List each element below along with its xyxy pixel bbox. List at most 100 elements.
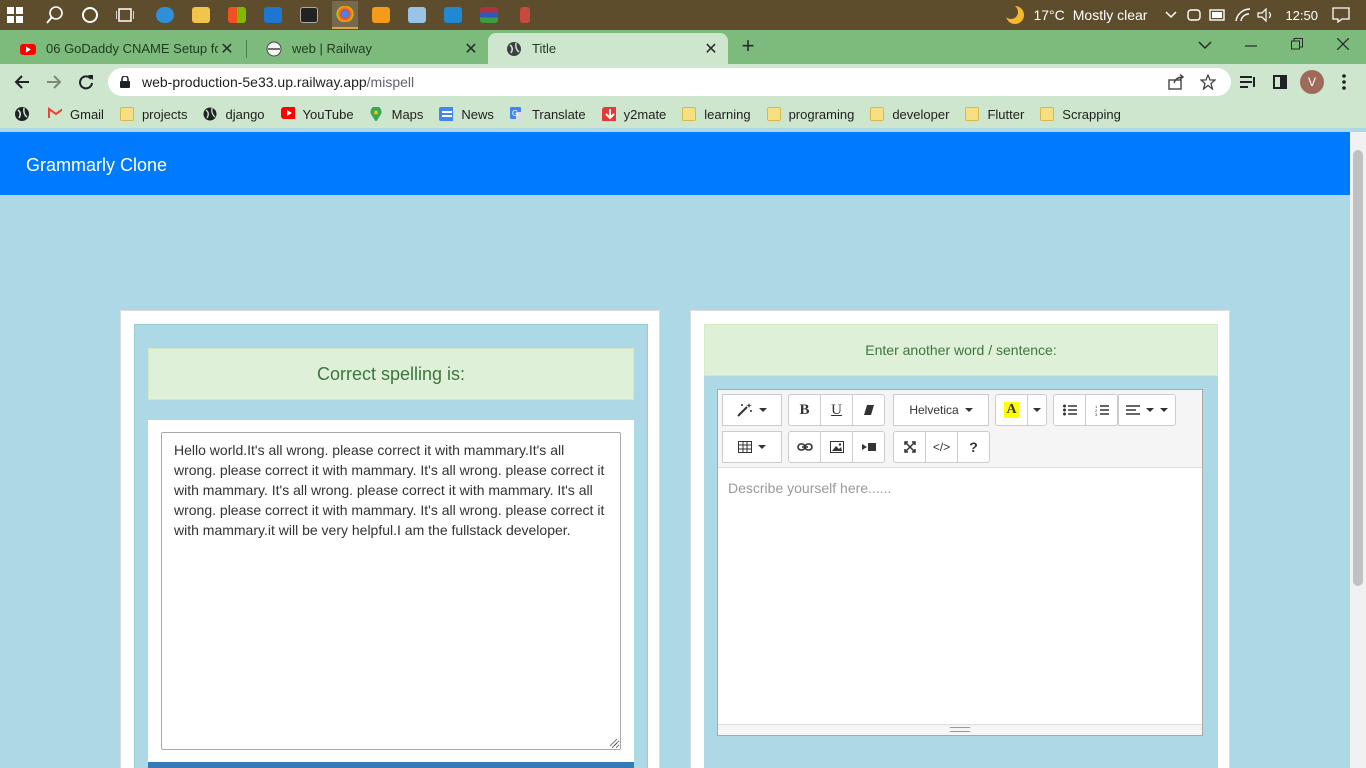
bookmark-programing[interactable]: programing (766, 107, 854, 122)
battery-icon[interactable] (1209, 9, 1227, 21)
navbar-brand[interactable]: Grammarly Clone (26, 155, 167, 175)
back-arrow-icon[interactable] (8, 68, 36, 96)
side-panel-icon[interactable] (1270, 72, 1290, 92)
bookmark-news[interactable]: News (439, 107, 494, 122)
bookmark-label: News (461, 106, 494, 122)
close-tab-icon[interactable]: ✕ (702, 39, 720, 59)
tab-title-active[interactable]: Title ✕ (488, 33, 728, 64)
pinned-app-icon[interactable] (512, 1, 538, 29)
terminal-app-icon[interactable] (296, 1, 322, 29)
meet-icon[interactable] (1187, 8, 1202, 22)
mail-app-icon[interactable] (260, 1, 286, 29)
archive-app-icon[interactable] (476, 1, 502, 29)
reading-list-icon[interactable] (1238, 72, 1258, 92)
bookmark-flutter[interactable]: Flutter (965, 107, 1024, 122)
bookmark-maps[interactable]: Maps (370, 107, 423, 122)
restore-icon[interactable] (1282, 36, 1312, 50)
reload-icon[interactable] (72, 68, 100, 96)
vscode-app-icon[interactable] (440, 1, 466, 29)
numbered-list-button[interactable]: 123 (1085, 394, 1118, 426)
notification-icon[interactable] (1332, 7, 1350, 23)
clock[interactable]: 12:50 (1285, 8, 1318, 23)
tab-godaddy[interactable]: 06 GoDaddy CNAME Setup for P ✕ (2, 33, 244, 64)
color-dropdown-button[interactable] (1027, 394, 1047, 426)
fullscreen-button[interactable] (893, 431, 926, 463)
editor-content-area[interactable]: Describe yourself here...... (718, 468, 1202, 724)
video-button[interactable] (852, 431, 885, 463)
weather-temperature[interactable]: 17°C (1033, 7, 1064, 23)
result-card: Correct spelling is: Hello world.It's al… (120, 310, 660, 768)
bookmark-label: projects (141, 106, 188, 122)
bookmark-learning[interactable]: learning (682, 107, 751, 122)
bookmark-developer[interactable]: developer (870, 107, 949, 122)
help-button[interactable]: ? (957, 431, 990, 463)
close-window-icon[interactable] (1328, 36, 1358, 50)
notes-app-icon[interactable] (404, 1, 430, 29)
underline-button[interactable]: U (820, 394, 853, 426)
media-app-icon[interactable] (368, 1, 394, 29)
close-tab-icon[interactable]: ✕ (462, 39, 480, 59)
bookmark-django[interactable]: django (203, 106, 265, 122)
close-tab-icon[interactable]: ✕ (218, 39, 236, 59)
font-family-dropdown[interactable]: Helvetica (893, 394, 989, 426)
bullet-list-button[interactable] (1053, 394, 1086, 426)
weather-icon[interactable] (1003, 4, 1027, 26)
bookmarks-bar: Gmail projects django YouTube Maps News … (0, 100, 1366, 128)
forward-arrow-icon[interactable] (40, 68, 68, 96)
scrollbar-thumb[interactable] (1353, 150, 1363, 586)
minimize-icon[interactable] (1236, 36, 1266, 52)
bookmark-youtube[interactable]: YouTube (280, 107, 354, 122)
bookmark-gmail[interactable]: Gmail (48, 107, 104, 122)
page-scrollbar[interactable] (1350, 132, 1366, 768)
youtube-icon (280, 107, 295, 119)
task-view-icon[interactable] (110, 0, 140, 30)
resize-grip-icon[interactable] (609, 738, 618, 747)
wifi-icon[interactable] (1235, 8, 1251, 22)
code-view-button[interactable]: </> (925, 431, 958, 463)
bookmark-scrapping[interactable]: Scrapping (1040, 107, 1121, 122)
more-menu-icon[interactable] (1334, 72, 1354, 92)
volume-icon[interactable] (1257, 8, 1275, 22)
download-icon (601, 107, 616, 121)
store-app-icon[interactable] (224, 1, 250, 29)
resize-handle-icon[interactable] (950, 727, 970, 732)
address-bar[interactable]: web-production-5e33.up.railway.app/mispe… (108, 68, 1231, 96)
chevron-up-icon[interactable] (1165, 11, 1177, 19)
bookmark-projects[interactable]: projects (119, 106, 188, 122)
clear-format-button[interactable] (852, 394, 885, 426)
lock-icon[interactable] (120, 76, 130, 88)
paragraph-dropdown-button[interactable] (1118, 394, 1176, 426)
tab-search-icon[interactable] (1190, 36, 1220, 50)
file-explorer-icon[interactable] (188, 1, 214, 29)
avatar[interactable]: V (1300, 70, 1324, 94)
magic-wand-icon (737, 403, 752, 417)
corrected-text-area[interactable]: Hello world.It's all wrong. please corre… (161, 432, 621, 750)
bookmark-translate[interactable]: G Translate (509, 107, 586, 122)
weather-condition[interactable]: Mostly clear (1073, 7, 1148, 23)
windows-start-icon[interactable] (0, 0, 30, 30)
highlight-color-button[interactable]: A (995, 394, 1028, 426)
apps-icon[interactable] (14, 106, 30, 122)
table-dropdown-button[interactable] (722, 431, 782, 463)
bold-button[interactable]: B (788, 394, 821, 426)
bookmark-y2mate[interactable]: y2mate (601, 107, 666, 122)
result-body: Hello world.It's all wrong. please corre… (148, 420, 634, 765)
style-dropdown-button[interactable] (722, 394, 782, 426)
chrome-app-icon[interactable] (332, 1, 358, 29)
bookmark-label: django (225, 106, 265, 122)
share-icon[interactable] (1166, 72, 1186, 92)
result-footer-bar[interactable] (148, 762, 634, 768)
bookmark-star-icon[interactable] (1198, 72, 1218, 92)
tab-railway[interactable]: web | Railway ✕ (248, 33, 488, 64)
chevron-down-icon (1160, 408, 1168, 412)
new-tab-button[interactable]: + (736, 35, 760, 59)
tab-title: Title (532, 41, 557, 56)
cortana-icon[interactable] (75, 0, 105, 30)
editor-resize-bar[interactable] (718, 724, 1202, 735)
edge-app-icon[interactable] (152, 1, 178, 29)
image-button[interactable] (820, 431, 853, 463)
link-button[interactable] (788, 431, 821, 463)
input-heading-text: Enter another word / sentence: (865, 342, 1057, 358)
news-icon (439, 107, 454, 121)
search-icon[interactable] (40, 0, 70, 30)
